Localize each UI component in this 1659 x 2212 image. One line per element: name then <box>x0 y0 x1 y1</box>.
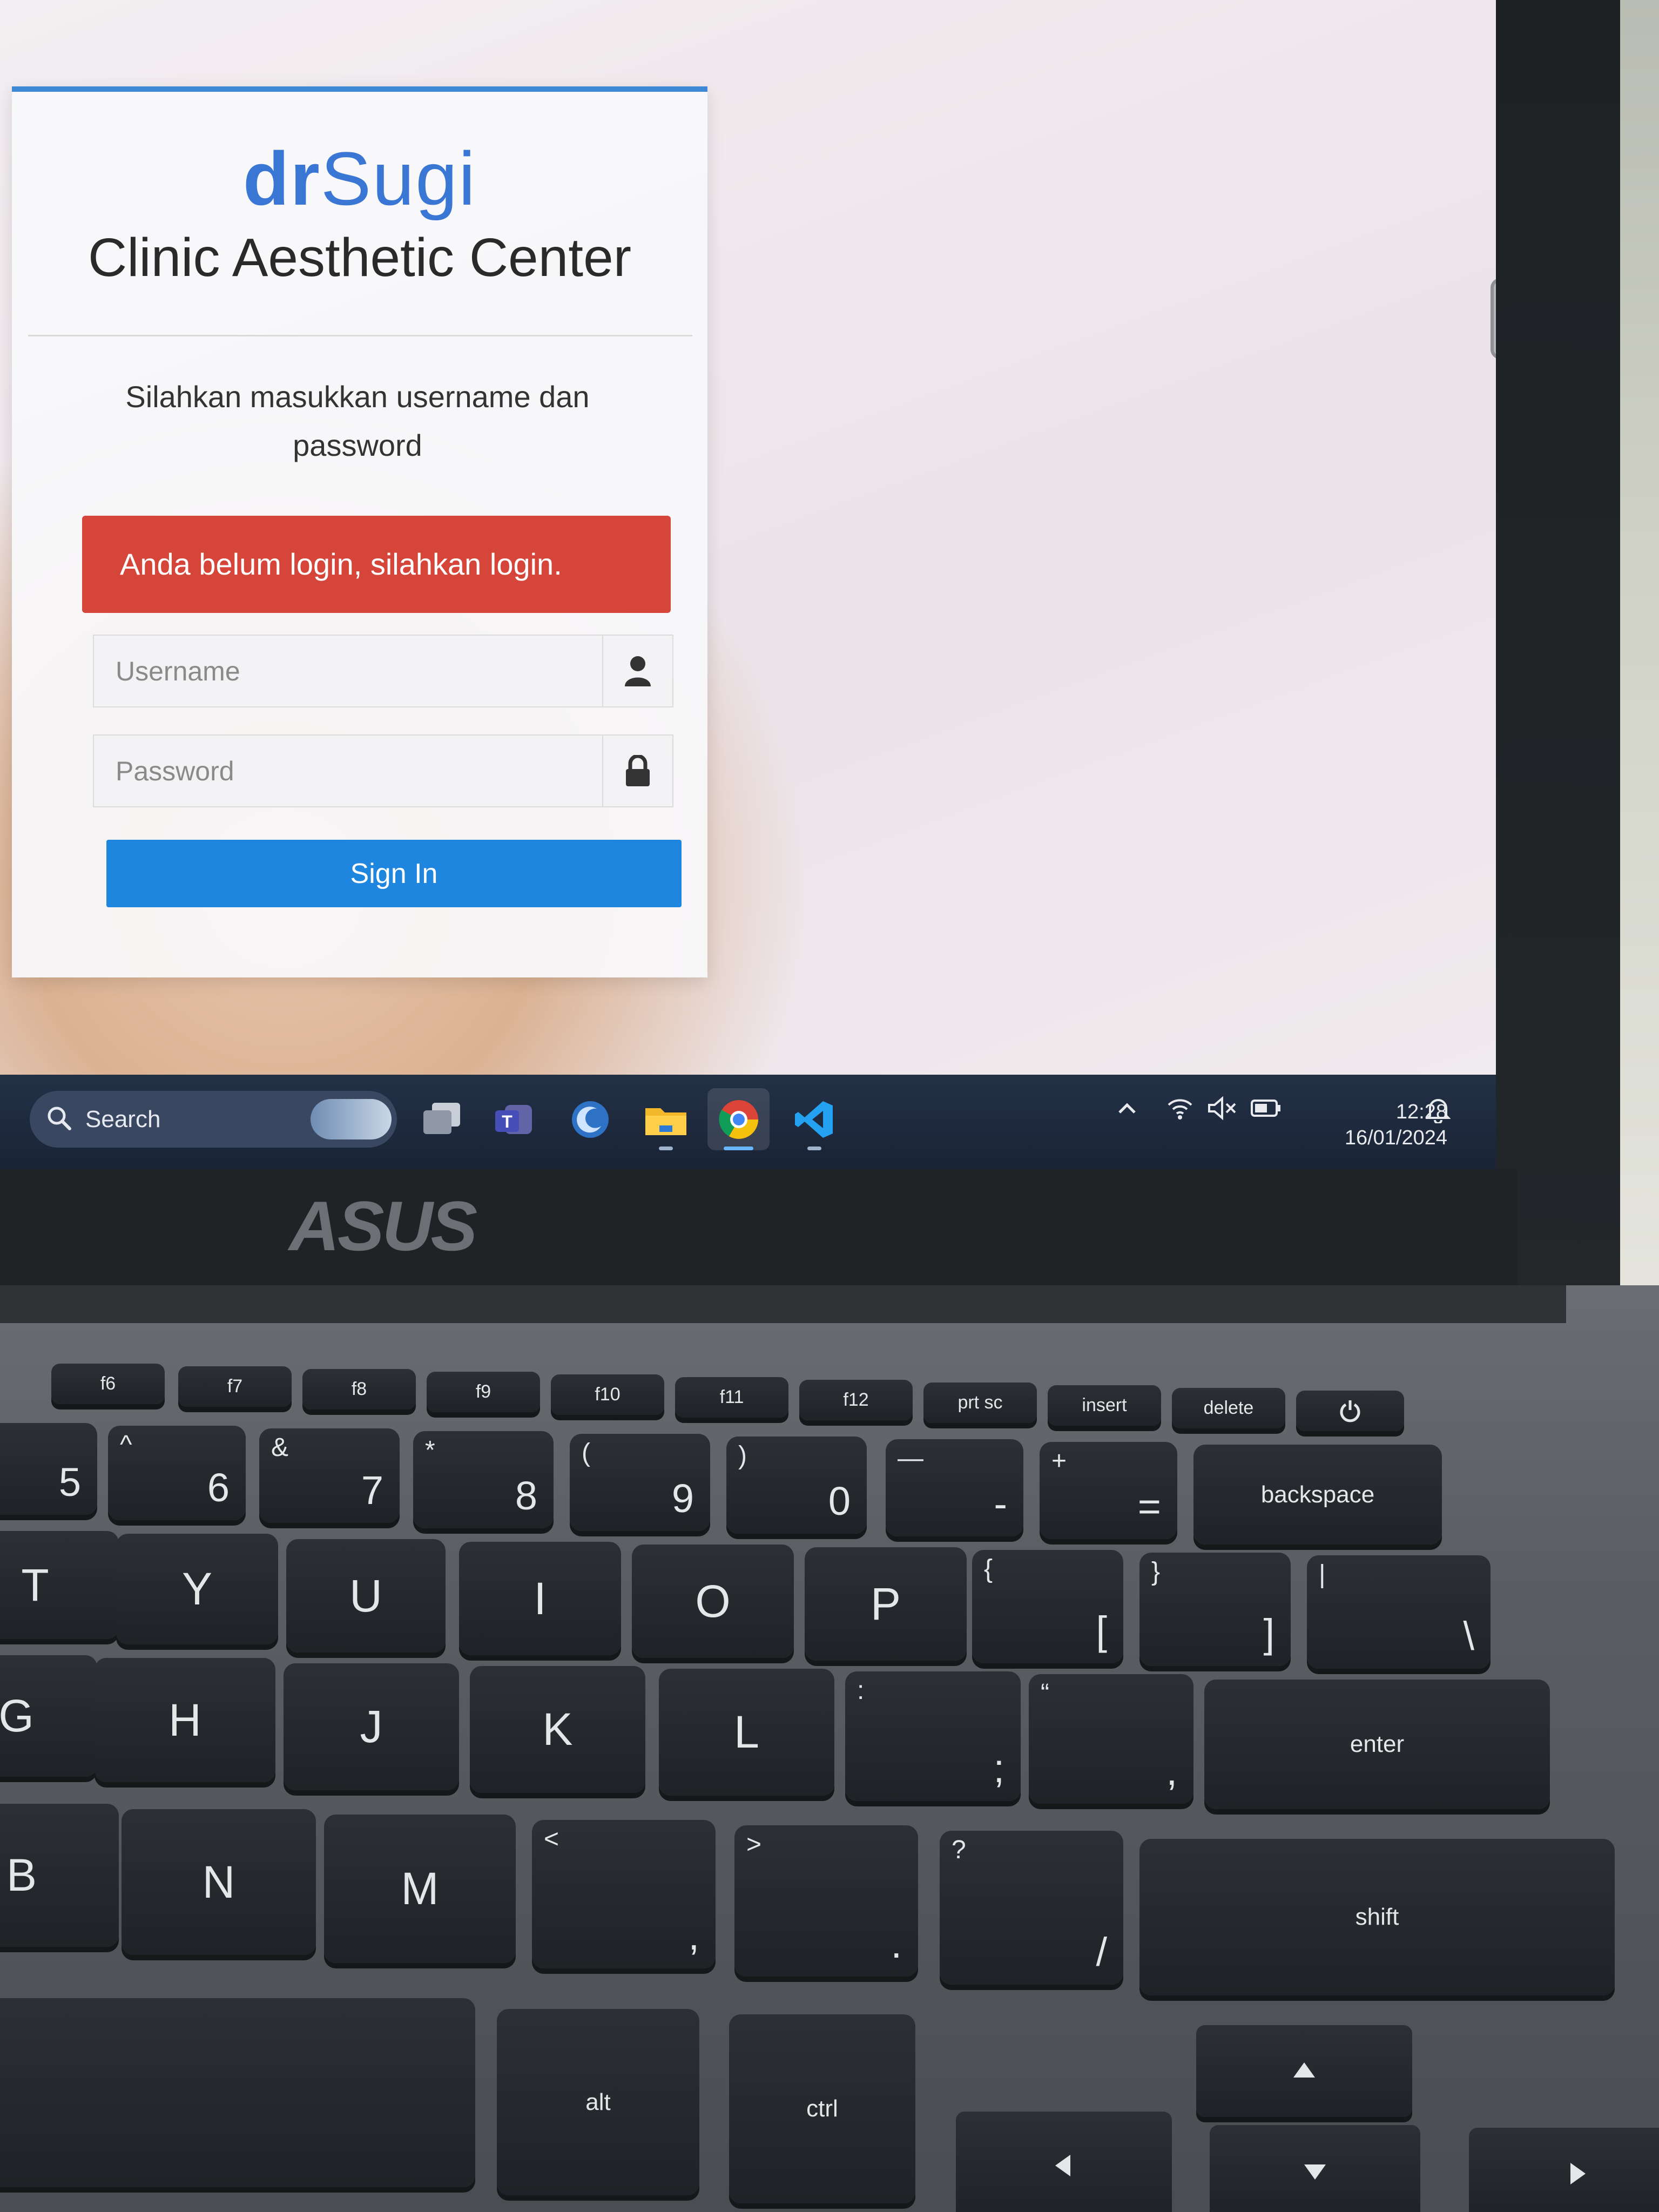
clock-time: 12:28 <box>1395 1101 1447 1123</box>
clock-date: 16/01/2024 <box>1344 1127 1447 1149</box>
key-arrow-left[interactable] <box>956 2112 1172 2212</box>
key-5[interactable]: 5 <box>0 1423 97 1515</box>
key-ctrl[interactable]: ctrl <box>729 2014 915 2203</box>
task-view-icon[interactable] <box>410 1088 473 1150</box>
chevron-up-icon[interactable] <box>1115 1096 1139 1125</box>
arrow-left-icon <box>1055 2155 1070 2176</box>
key-slash[interactable]: ? / <box>940 1831 1123 1985</box>
key-p[interactable]: P <box>805 1547 967 1661</box>
asus-logo: ASUS <box>289 1186 477 1265</box>
key-quote[interactable]: “, <box>1029 1674 1193 1804</box>
divider <box>28 335 692 336</box>
arrow-right-icon <box>1570 2163 1586 2184</box>
system-clock[interactable]: 12:28 16/01/2024 <box>1285 1099 1447 1151</box>
key-g[interactable]: G <box>0 1655 97 1777</box>
key-space[interactable] <box>0 1998 475 2187</box>
key-f8[interactable]: f8 <box>302 1369 416 1410</box>
key-u[interactable]: U <box>286 1539 446 1653</box>
key-0[interactable]: ) 0 <box>726 1437 867 1534</box>
error-alert: Anda belum login, silahkan login. <box>82 516 671 613</box>
key-f6[interactable]: f6 <box>51 1364 165 1404</box>
key-right-shift[interactable]: shift <box>1139 1839 1615 1995</box>
battery-icon[interactable] <box>1250 1096 1282 1125</box>
svg-text:T: T <box>502 1112 512 1131</box>
key-arrow-right[interactable] <box>1469 2128 1659 2212</box>
key-enter[interactable]: enter <box>1204 1680 1550 1809</box>
key-h[interactable]: H <box>95 1658 275 1782</box>
key-delete[interactable]: delete <box>1172 1388 1285 1428</box>
key-comma[interactable]: <, <box>532 1820 716 1968</box>
power-key[interactable] <box>1296 1391 1404 1431</box>
key-y[interactable]: Y <box>116 1534 278 1644</box>
key-insert[interactable]: insert <box>1048 1385 1161 1426</box>
arrow-up-icon <box>1293 2062 1315 2078</box>
chrome-icon[interactable] <box>707 1088 770 1150</box>
key-b[interactable]: B <box>0 1804 119 1947</box>
key-backspace[interactable]: backspace <box>1193 1445 1442 1545</box>
key-o[interactable]: O <box>632 1545 794 1658</box>
key-minus[interactable]: — - <box>886 1439 1023 1536</box>
key-arrow-down[interactable] <box>1210 2125 1420 2212</box>
key-6[interactable]: ^ 6 <box>108 1426 246 1520</box>
key-m[interactable]: M <box>324 1815 516 1963</box>
key-f12[interactable]: f12 <box>799 1380 913 1420</box>
key-7[interactable]: & 7 <box>259 1428 400 1523</box>
key-backslash[interactable]: | \ <box>1307 1555 1491 1669</box>
username-input[interactable] <box>94 636 602 706</box>
username-group <box>93 635 673 707</box>
login-instruction: Silahkan masukkan username dan password <box>125 380 590 462</box>
password-input[interactable] <box>94 736 602 806</box>
lock-icon <box>602 736 672 806</box>
vscode-icon[interactable] <box>783 1088 845 1150</box>
key-arrow-up[interactable] <box>1196 2025 1412 2117</box>
power-icon <box>1340 1400 1360 1422</box>
volume-muted-icon[interactable] <box>1207 1096 1237 1125</box>
hinge <box>0 1285 1566 1323</box>
key-prtsc[interactable]: prt sc <box>923 1382 1037 1423</box>
key-f11[interactable]: f11 <box>675 1377 788 1418</box>
key-9[interactable]: (9 <box>570 1434 710 1531</box>
sign-in-button[interactable]: Sign In <box>106 840 682 907</box>
taskbar: Search T 12:28 16/01/2024 <box>0 1075 1496 1169</box>
key-i[interactable]: I <box>459 1542 621 1655</box>
search-icon <box>46 1105 72 1134</box>
key-f7[interactable]: f7 <box>178 1366 292 1407</box>
photo-scene: drSugi Clinic Aesthetic Center Silahkan … <box>0 0 1659 2212</box>
key-right-bracket[interactable]: }] <box>1139 1553 1291 1666</box>
key-f10[interactable]: f10 <box>551 1374 664 1415</box>
key-t[interactable]: T <box>0 1531 119 1639</box>
laptop-screen: drSugi Clinic Aesthetic Center Silahkan … <box>0 0 1496 1169</box>
teams-icon[interactable]: T <box>483 1088 545 1150</box>
extension-icon[interactable] <box>1491 278 1496 359</box>
key-k[interactable]: K <box>470 1666 645 1793</box>
key-l[interactable]: L <box>659 1669 834 1796</box>
password-group <box>93 734 673 807</box>
key-equals[interactable]: + = <box>1040 1442 1177 1539</box>
notification-bell-icon[interactable] <box>1425 1096 1451 1129</box>
key-semicolon[interactable]: :; <box>845 1671 1021 1801</box>
taskbar-search[interactable]: Search <box>30 1091 397 1148</box>
browser-moon-icon[interactable] <box>559 1088 621 1150</box>
user-icon <box>602 636 672 706</box>
key-left-bracket[interactable]: {[ <box>972 1550 1123 1663</box>
login-card: drSugi Clinic Aesthetic Center Silahkan … <box>12 86 707 977</box>
key-j[interactable]: J <box>284 1663 459 1790</box>
key-alt[interactable]: alt <box>497 2009 699 2195</box>
key-8[interactable]: * 8 <box>413 1431 554 1528</box>
search-highlight-image <box>311 1099 392 1139</box>
wifi-icon[interactable] <box>1166 1096 1193 1125</box>
search-label: Search <box>85 1105 161 1132</box>
clinic-name: Clinic Aesthetic Center <box>87 227 631 288</box>
brand-logo: drSugi <box>242 136 477 221</box>
file-explorer-icon[interactable] <box>635 1088 697 1150</box>
key-period[interactable]: >. <box>734 1825 918 1977</box>
key-n[interactable]: N <box>122 1809 316 1955</box>
key-f9[interactable]: f9 <box>427 1372 540 1412</box>
arrow-down-icon <box>1304 2164 1326 2180</box>
